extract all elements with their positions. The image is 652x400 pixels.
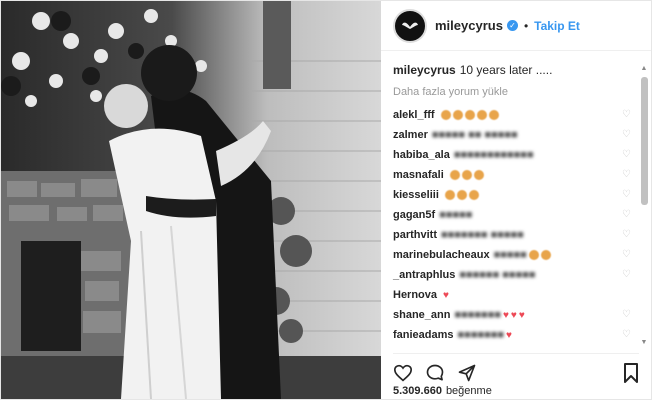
scroll-up-arrow-icon[interactable]: ▲ (639, 65, 649, 75)
wedding-photo (1, 1, 381, 399)
username[interactable]: mileycyrus (435, 18, 503, 33)
emoji-icon (449, 170, 460, 181)
red-heart-icon: ♥ (518, 310, 525, 321)
comment-username[interactable]: kiesseliii (393, 189, 439, 201)
comment-username[interactable]: shane_ann (393, 309, 450, 321)
emoji-icon (476, 110, 487, 121)
emoji-icon (452, 110, 463, 121)
comment-row: zalmer ■■■■■ ■■ ■■■■■ ♡ (393, 128, 637, 148)
comments-scrollbar[interactable]: ▲ ▼ (639, 65, 649, 349)
follow-button[interactable]: Takip Et (534, 19, 580, 33)
comment-username[interactable]: parthvitt (393, 229, 437, 241)
comment-username[interactable]: marinebulacheaux (393, 249, 490, 261)
red-heart-icon: ♥ (443, 290, 449, 301)
comment-like-icon[interactable]: ♡ (622, 268, 631, 282)
comment-username[interactable]: masnafali (393, 169, 444, 181)
emoji-icon (456, 190, 467, 201)
scrollbar-thumb[interactable] (641, 77, 648, 205)
comment-like-icon[interactable]: ♡ (622, 228, 631, 242)
emoji-icon (528, 250, 539, 261)
emoji-icon (444, 190, 455, 201)
caption-text: 10 years later ..... (459, 63, 553, 77)
comment-like-icon[interactable]: ♡ (622, 128, 631, 142)
comment-row: fanieadams ■■■■■■■ ♥ ♡ (393, 328, 637, 347)
likes-number: 5.309.660 (393, 385, 442, 397)
comment-like-icon[interactable]: ♡ (622, 188, 631, 202)
emoji-icon (440, 110, 451, 121)
comment-row: kiesseliii ♡ (393, 188, 637, 208)
comment-like-icon[interactable]: ♡ (622, 108, 631, 122)
blurred-comment-text: ■■■■■■■ (457, 329, 505, 341)
post-sidebar: mileycyrus ✓ • Takip Et mileycyrus 10 yea… (381, 1, 651, 399)
blurred-comment-text: ■■■■■■■■■■■■ (453, 149, 534, 161)
likes-count[interactable]: 5.309.660 beğenme (393, 385, 492, 397)
comment-like-icon[interactable]: ♡ (622, 248, 631, 262)
emoji-icon (468, 190, 479, 201)
comment-row: shane_ann ■■■■■■■ ♥ ♥ ♥ ♡ (393, 308, 637, 328)
comment-username[interactable]: gagan5f (393, 209, 435, 221)
comment-row: Hernova ♥ (393, 288, 637, 308)
blurred-comment-text: ■■■■■ (493, 249, 527, 261)
comment-row: gagan5f ■■■■■ ♡ (393, 208, 637, 228)
likes-label: beğenme (445, 385, 492, 397)
scroll-down-arrow-icon[interactable]: ▼ (639, 339, 649, 349)
post-caption: mileycyrus 10 years later ..... (393, 63, 637, 77)
emoji-icon (540, 250, 551, 261)
comment-like-icon[interactable]: ♡ (622, 208, 631, 222)
blurred-comment-text: ■■■■■ (439, 209, 473, 221)
comment-like-icon[interactable]: ♡ (622, 148, 631, 162)
comment-username[interactable]: zalmer (393, 129, 428, 141)
comment-row: _antraphlus ■■■■■■ ■■■■■ ♡ (393, 268, 637, 288)
caption-username[interactable]: mileycyrus (393, 63, 456, 77)
comment-like-icon[interactable]: ♡ (622, 328, 631, 342)
red-heart-icon: ♥ (510, 310, 517, 321)
blurred-comment-text: ■■■■■■■ ■■■■■ (441, 229, 524, 241)
comment-row: parthvitt ■■■■■■■ ■■■■■ ♡ (393, 228, 637, 248)
comment-like-icon[interactable]: ♡ (622, 308, 631, 322)
avatar[interactable] (393, 8, 427, 43)
emoji-icon (461, 170, 472, 181)
blurred-comment-text: ■■■■■■■ (454, 309, 501, 321)
red-heart-icon: ♥ (506, 330, 512, 341)
comment-username[interactable]: _antraphlus (393, 269, 455, 281)
comment-row: marinebulacheaux ■■■■■ ♡ (393, 248, 637, 268)
comment-row: habiba_ala ■■■■■■■■■■■■ ♡ (393, 148, 637, 168)
blurred-comment-text: ■■■■■ ■■ ■■■■■ (431, 129, 518, 141)
instagram-post: mileycyrus ✓ • Takip Et mileycyrus 10 yea… (0, 0, 652, 400)
emoji-icon (464, 110, 475, 121)
comment-username[interactable]: Hernova (393, 289, 437, 301)
comment-username[interactable]: habiba_ala (393, 149, 450, 161)
comment-icon[interactable] (425, 363, 445, 383)
heart-icon[interactable] (393, 364, 413, 382)
bookmark-icon[interactable] (623, 363, 639, 383)
comment-username[interactable]: fanieadams (393, 329, 454, 341)
comments-list: mileycyrus 10 years later ..... Daha fazl… (381, 51, 637, 347)
comment-username[interactable]: alekl_fff (393, 109, 435, 121)
post-actions (393, 353, 639, 384)
comment-like-icon[interactable]: ♡ (622, 168, 631, 182)
red-heart-icon: ♥ (502, 310, 509, 321)
post-photo[interactable] (1, 1, 381, 399)
verified-badge-icon: ✓ (506, 20, 518, 31)
separator-dot: • (523, 18, 529, 33)
emoji-icon (488, 110, 499, 121)
emoji-icon (473, 170, 484, 181)
post-header: mileycyrus ✓ • Takip Et (381, 1, 651, 51)
load-more-comments-button[interactable]: Daha fazla yorum yükle (393, 86, 637, 98)
comment-row: masnafali ♡ (393, 168, 637, 188)
comment-row: alekl_fff ♡ (393, 108, 637, 128)
blurred-comment-text: ■■■■■■ ■■■■■ (459, 269, 536, 281)
wings-logo-icon (402, 22, 418, 29)
share-icon[interactable] (457, 363, 477, 383)
